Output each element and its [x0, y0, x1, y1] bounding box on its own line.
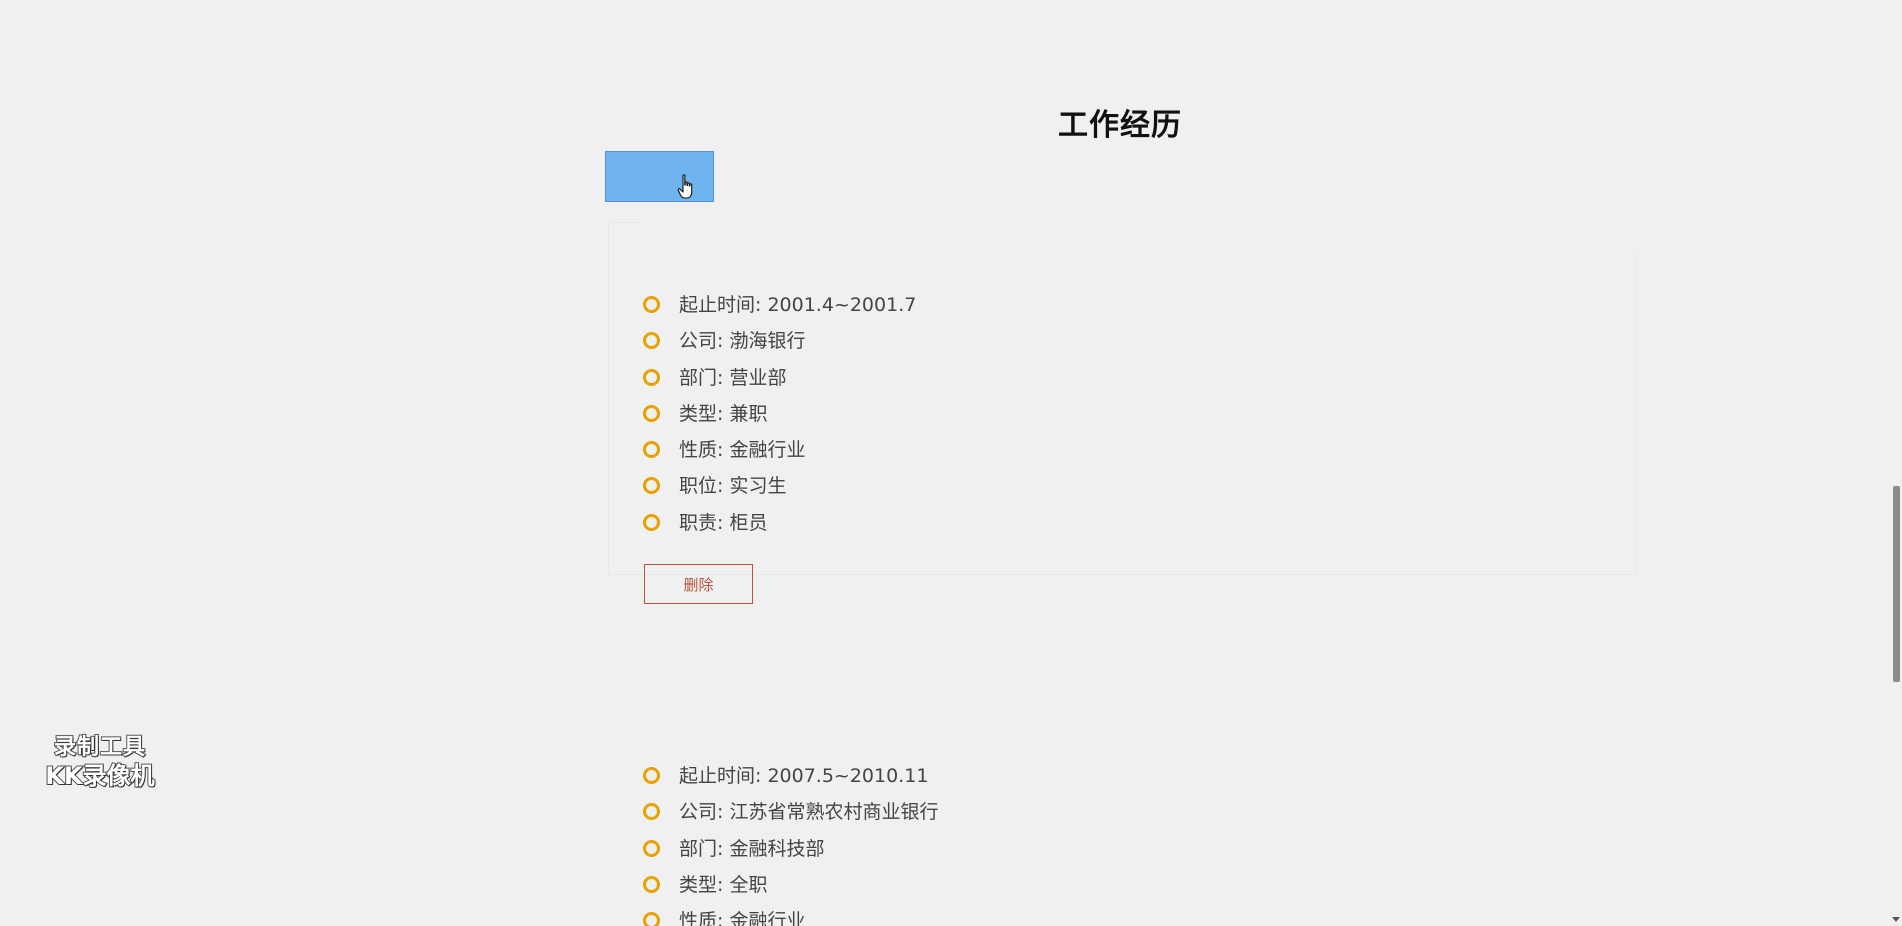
vertical-scrollbar[interactable]: [1890, 0, 1902, 926]
list-item: 部门: 金融科技部: [643, 837, 938, 873]
list-item: 类型: 全职: [643, 873, 938, 909]
list-item: 性质: 金融行业: [643, 909, 938, 926]
watermark-line-2: KK录像机: [44, 761, 155, 791]
work-entry-1-details: 起止时间: 2001.4~2001.7 公司: 渤海银行 部门: 营业部 类型:…: [643, 293, 916, 547]
list-item: 起止时间: 2001.4~2001.7: [643, 293, 916, 329]
list-item: 职责: 柜员: [643, 511, 916, 547]
section-title: 工作经历: [1058, 108, 1182, 143]
list-item: 起止时间: 2007.5~2010.11: [643, 764, 938, 800]
delete-button[interactable]: 删除: [644, 564, 753, 604]
list-item: 类型: 兼职: [643, 402, 916, 438]
circle-bullet-icon: [643, 332, 660, 350]
circle-bullet-icon: [643, 839, 660, 857]
circle-bullet-icon: [643, 404, 660, 422]
list-item: 公司: 江苏省常熟农村商业银行: [643, 800, 938, 836]
card-corner: [608, 222, 640, 254]
list-item: 公司: 渤海银行: [643, 329, 916, 365]
list-item: 性质: 金融行业: [643, 438, 916, 474]
add-work-experience-button[interactable]: [605, 151, 714, 202]
work-entry-2-details: 起止时间: 2007.5~2010.11 公司: 江苏省常熟农村商业银行 部门:…: [643, 764, 938, 926]
scrollbar-thumb[interactable]: [1893, 486, 1900, 682]
circle-bullet-icon: [643, 767, 660, 784]
scroll-down-arrow-icon[interactable]: [1892, 917, 1900, 922]
hand-cursor-icon: [677, 174, 693, 199]
circle-bullet-icon: [643, 441, 660, 459]
circle-bullet-icon: [643, 296, 660, 313]
recorder-watermark: 录制工具 KK录像机: [30, 734, 170, 791]
circle-bullet-icon: [643, 912, 660, 926]
circle-bullet-icon: [643, 803, 660, 821]
list-item: 部门: 营业部: [643, 366, 916, 402]
circle-bullet-icon: [643, 368, 660, 386]
list-item: 职位: 实习生: [643, 474, 916, 510]
page: 工作经历 起止时间: 2001.4~2001.7 公司: 渤海银行 部门: 营业…: [0, 0, 1902, 926]
circle-bullet-icon: [643, 477, 660, 495]
watermark-line-1: 录制工具: [53, 734, 146, 761]
circle-bullet-icon: [643, 513, 660, 531]
circle-bullet-icon: [643, 875, 660, 893]
